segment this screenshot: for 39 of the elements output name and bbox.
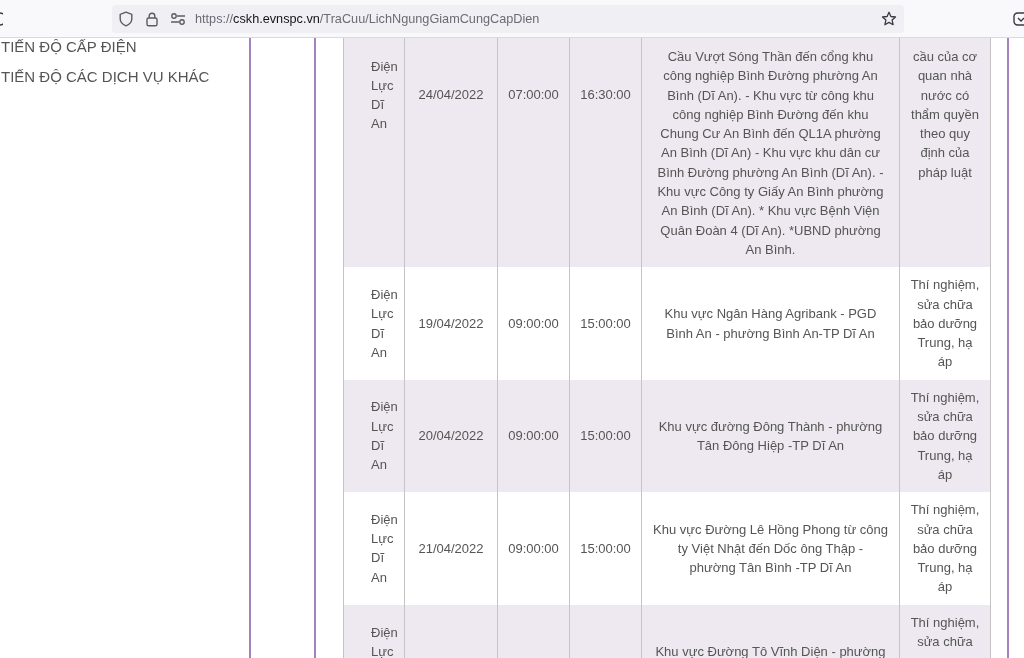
table-cell: 09:00:00 — [498, 379, 569, 493]
table-cell: Cầu Vượt Sóng Thần đến cổng khu công nghiệp Bình Đường phường An Bình (Dĩ An). - Khu vực từ công khu công nghiệp Bình Đường đến khu Chung Cư An Bình đến QL1A phường An Bình (Dĩ An) - Khu vực khu dân cư Bình Đường phường An Bình (Dĩ An). - Khu vực Công ty Giấy An Bình phường An Bình (Dĩ An). * Khu vực Bệnh Viện Quân Đoàn 4 (Dĩ An). *UBND phường An Bình. — [642, 38, 899, 268]
address-bar[interactable]: https://cskh.evnspc.vn/TraCuu/LichNgungGiamCungCapDien — [112, 4, 904, 33]
shield-icon[interactable] — [118, 10, 134, 27]
table-cell: Điện Lực Dĩ An — [344, 38, 404, 268]
table-cell: cầu của cơ quan nhà nước có thẩm quyền theo quy định của pháp luật — [900, 38, 990, 268]
toolbar-icon[interactable] — [1013, 11, 1024, 26]
table-cell: Thí nghiệm, sửa chữa bảo dưỡng Trung, hạ áp — [900, 267, 990, 380]
table-cell: Điện Lực Dĩ An — [344, 267, 404, 380]
table-cell: 16:30:00 — [570, 38, 641, 268]
table-cell: 24/04/2022 — [405, 38, 497, 268]
table-cell: 19/04/2022 — [405, 267, 497, 380]
table-cell: Khu vực Đường Tô Vĩnh Diện - phường — [642, 604, 899, 658]
url-field[interactable]: https://cskh.evnspc.vn/TraCuu/LichNgungGiamCungCapDien — [195, 11, 540, 26]
table-cell: Điện Lực Dĩ An — [344, 379, 404, 493]
table-cell: 07:00:00 — [498, 38, 569, 268]
table-cell: 09:00:00 — [498, 267, 569, 380]
lock-icon[interactable] — [144, 10, 160, 27]
table-cell: 15:00:00 — [570, 379, 641, 493]
table-cell: Khu vực đường Đông Thành - phường Tân Đông Hiệp -TP Dĩ An — [642, 379, 899, 493]
table-cell: 15:00:00 — [570, 267, 641, 380]
sidebar-link[interactable]: TIẾN ĐỘ CÁC DỊCH VỤ KHÁC — [1, 68, 210, 86]
table-cell: 09:00:00 — [498, 492, 569, 605]
table-cell: 15:00:00 — [570, 492, 641, 605]
table-cell: Điện Lực Dĩ An — [344, 492, 404, 605]
table-cell: 20/04/2022 — [405, 379, 497, 493]
table-cell: Thí nghiệm, sửa chữa bảo dưỡng Trung, hạ áp — [900, 492, 990, 605]
table-cell: Thí nghiệm, sửa chữa — [900, 604, 990, 658]
table-cell — [498, 604, 569, 658]
table-cell: Khu vực Đường Lê Hồng Phong từ công ty Việt Nhật đến Dốc ông Thập - phường Tân Bình -TP Dĩ An — [642, 492, 899, 605]
table-cell: Thí nghiệm, sửa chữa bảo dưỡng Trung, hạ áp — [900, 379, 990, 493]
table-cell: Điện Lực — [344, 604, 404, 658]
table-cell: Khu vực Ngân Hàng Agribank - PGD Bình An - phường Bình An-TP Dĩ An — [642, 267, 899, 380]
toolbar-icon[interactable] — [0, 11, 3, 26]
permissions-icon[interactable] — [170, 10, 186, 27]
sidebar-link[interactable]: TIẾN ĐỘ CẤP ĐIỆN — [1, 38, 137, 56]
table-cell: 21/04/2022 — [405, 492, 497, 605]
table-cell — [570, 604, 641, 658]
star-icon[interactable] — [881, 10, 897, 27]
